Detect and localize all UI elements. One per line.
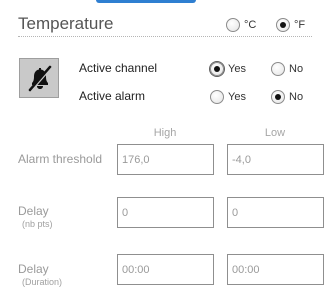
delay-points-label: Delay: [18, 204, 49, 218]
mute-toggle-button[interactable]: [19, 58, 59, 98]
header-strip: [96, 0, 196, 3]
delay-points-high-input[interactable]: [117, 197, 214, 228]
unit-fahrenheit-label: °F: [294, 19, 306, 31]
section-divider: [18, 36, 312, 37]
active-alarm-no-label: No: [289, 91, 304, 103]
delay-duration-low-input[interactable]: [227, 254, 324, 285]
active-channel-no-option[interactable]: No: [271, 62, 303, 76]
delay-duration-sublabel: (Duration): [22, 277, 63, 287]
active-channel-no-label: No: [289, 63, 304, 75]
active-channel-no-radio[interactable]: [271, 62, 285, 76]
active-channel-label: Active channel: [79, 61, 158, 75]
high-column-header: High: [153, 127, 177, 139]
active-alarm-yes-radio[interactable]: [210, 90, 224, 104]
active-alarm-yes-option[interactable]: Yes: [210, 90, 246, 104]
active-alarm-label: Active alarm: [79, 89, 146, 103]
unit-celsius-label: °C: [244, 19, 257, 31]
delay-duration-label: Delay: [18, 262, 49, 276]
delay-points-sublabel: (nb pts): [22, 219, 53, 229]
alarm-threshold-high-input[interactable]: [117, 144, 214, 175]
active-alarm-no-radio[interactable]: [271, 90, 285, 104]
unit-fahrenheit-radio[interactable]: [276, 18, 290, 32]
active-channel-yes-radio[interactable]: [210, 62, 224, 76]
bell-muted-icon: [28, 65, 53, 92]
alarm-threshold-low-input[interactable]: [227, 144, 324, 175]
unit-celsius-option[interactable]: °C: [226, 18, 256, 32]
active-channel-yes-option[interactable]: Yes: [210, 62, 246, 76]
unit-celsius-radio[interactable]: [226, 18, 240, 32]
delay-duration-high-input[interactable]: [117, 254, 214, 285]
active-alarm-no-option[interactable]: No: [271, 90, 303, 104]
unit-fahrenheit-option[interactable]: °F: [276, 18, 305, 32]
low-column-header: Low: [264, 127, 286, 139]
section-title: Temperature: [18, 14, 114, 33]
active-alarm-yes-label: Yes: [228, 91, 246, 103]
active-channel-yes-label: Yes: [228, 63, 246, 75]
alarm-threshold-label: Alarm threshold: [18, 152, 103, 166]
delay-points-low-input[interactable]: [227, 197, 324, 228]
